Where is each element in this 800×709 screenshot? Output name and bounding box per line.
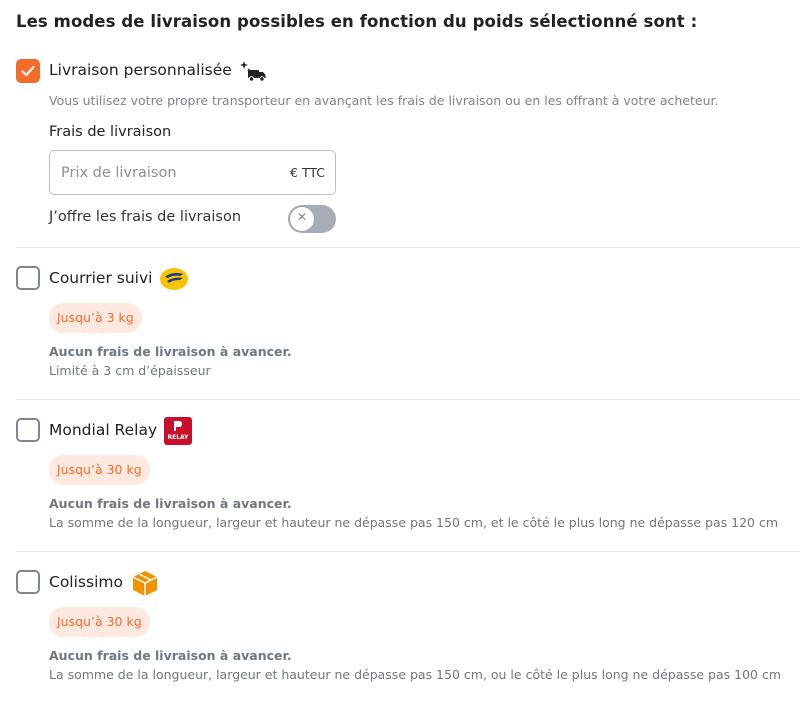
fee-label: Frais de livraison — [49, 124, 172, 140]
la-poste-icon — [159, 267, 189, 295]
courrier-suivi-label: Courrier suivi — [49, 269, 153, 287]
colissimo-label: Colissimo — [49, 573, 123, 591]
colissimo-option: Colissimo Jusqu’à 30 kg Aucun frais de l… — [16, 568, 800, 688]
custom-delivery-checkbox[interactable] — [16, 59, 40, 83]
mondial-relay-option: Mondial Relay RELAY Jusqu’à 30 kg Aucun … — [16, 416, 800, 536]
check-icon — [21, 65, 35, 77]
toggle-knob: ✕ — [290, 207, 314, 231]
weight-badge: Jusqu’à 3 kg — [49, 303, 142, 333]
custom-delivery-section: Livraison personnalisée Vous utilisez vo… — [16, 58, 800, 238]
fee-field[interactable]: € TTC — [49, 150, 336, 195]
colissimo-box-icon — [131, 569, 159, 601]
info-no-advance: Aucun frais de livraison à avancer. — [49, 344, 292, 359]
courrier-suivi-checkbox[interactable] — [16, 266, 40, 290]
close-icon: ✕ — [296, 210, 308, 224]
mondial-relay-icon-text: RELAY — [167, 434, 189, 441]
info-limit: Limité à 3 cm d’épaisseur — [49, 363, 211, 378]
fee-input[interactable] — [61, 162, 281, 184]
info-no-advance: Aucun frais de livraison à avancer. — [49, 496, 292, 511]
fee-unit: € TTC — [290, 165, 325, 180]
mondial-relay-label: Mondial Relay — [49, 421, 158, 439]
custom-delivery-description: Vous utilisez votre propre transporteur … — [49, 93, 719, 108]
free-shipping-label: J’offre les frais de livraison — [49, 209, 242, 225]
info-limit: La somme de la longueur, largeur et haut… — [49, 667, 782, 682]
weight-badge: Jusqu’à 30 kg — [49, 455, 150, 485]
divider — [16, 247, 800, 248]
info-limit: La somme de la longueur, largeur et haut… — [49, 515, 779, 530]
custom-delivery-label: Livraison personnalisée — [49, 61, 232, 79]
info-no-advance: Aucun frais de livraison à avancer. — [49, 648, 292, 663]
free-shipping-toggle[interactable]: ✕ — [288, 205, 336, 233]
divider — [16, 551, 800, 552]
page-title: Les modes de livraison possibles en fonc… — [16, 12, 698, 31]
weight-badge: Jusqu’à 30 kg — [49, 607, 150, 637]
colissimo-checkbox[interactable] — [16, 570, 40, 594]
mondial-relay-icon: RELAY — [164, 417, 192, 449]
sparkle-truck-icon — [240, 60, 266, 86]
divider — [16, 399, 800, 400]
mondial-relay-checkbox[interactable] — [16, 418, 40, 442]
courrier-suivi-option: Courrier suivi Jusqu’à 3 kg Aucun frais … — [16, 264, 800, 384]
